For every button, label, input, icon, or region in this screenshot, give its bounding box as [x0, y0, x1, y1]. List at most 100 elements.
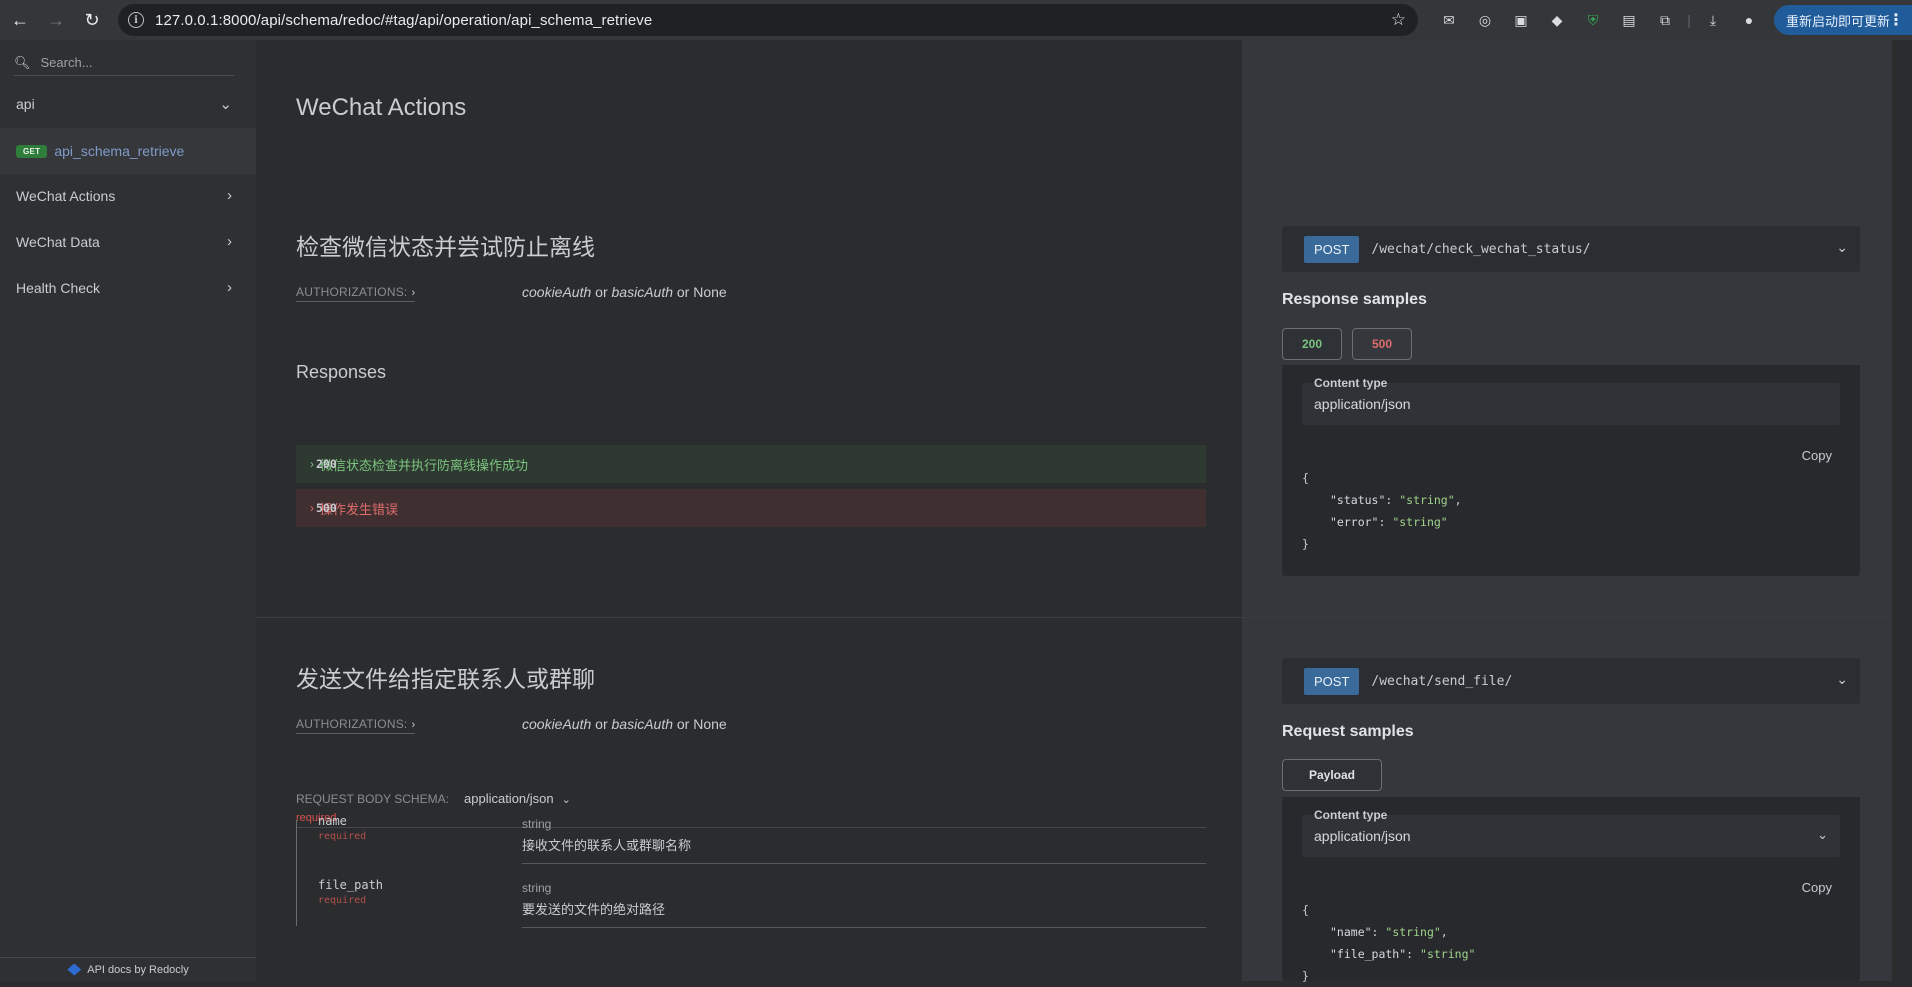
chevron-down-icon: ⌄: [219, 96, 232, 113]
mask-extension-icon[interactable]: ▣: [1508, 8, 1534, 32]
param-type: string: [522, 817, 552, 831]
divider: |: [1687, 12, 1691, 28]
authorizations-toggle[interactable]: AUTHORIZATIONS: ›: [296, 285, 416, 302]
sidebar-item-label: Health Check: [16, 280, 101, 296]
endpoint-bar[interactable]: POST /wechat/send_file/ ⌄: [1282, 658, 1860, 704]
search-input[interactable]: [38, 54, 229, 71]
chevron-down-icon: ⌄: [561, 794, 571, 806]
auth-or: or: [595, 716, 608, 732]
code-line: "status": "string",: [1330, 493, 1462, 507]
menu-dots-icon[interactable]: ⋮: [1888, 10, 1904, 30]
sidebar-item-wechat-actions[interactable]: WeChat Actions ›: [0, 174, 256, 218]
forward-icon[interactable]: →: [40, 4, 72, 36]
divider: [296, 827, 1206, 828]
code-brace: {: [1302, 903, 1309, 917]
reload-icon[interactable]: ↻: [76, 4, 108, 36]
response-200-row[interactable]: › 200 微信状态检查并执行防离线操作成功: [296, 445, 1206, 483]
authorizations-label: AUTHORIZATIONS:: [296, 717, 408, 731]
code-brace: {: [1302, 471, 1309, 485]
chevron-right-icon: ›: [310, 457, 314, 471]
param-type: string: [522, 881, 552, 895]
tab-payload[interactable]: Payload: [1282, 759, 1382, 791]
authorizations-label: AUTHORIZATIONS:: [296, 285, 408, 299]
content-type-box: Content type application/json: [1302, 376, 1840, 425]
authorizations-toggle[interactable]: AUTHORIZATIONS: ›: [296, 717, 416, 734]
operation-title: 检查微信状态并尝试防止离线: [296, 234, 595, 260]
code-value: "string": [1392, 515, 1448, 529]
endpoint-bar[interactable]: POST /wechat/check_wechat_status/ ⌄: [1282, 226, 1860, 272]
code-key: "error": [1330, 515, 1379, 529]
sidebar-item-wechat-data[interactable]: WeChat Data ›: [0, 220, 256, 264]
back-icon[interactable]: ←: [4, 4, 36, 36]
sidebar-item-label: api_schema_retrieve: [54, 143, 185, 159]
tab-response-500[interactable]: 500: [1352, 328, 1412, 360]
code-key: "file_path": [1330, 947, 1407, 961]
update-button[interactable]: 重新启动即可更新 ⋮: [1774, 5, 1912, 35]
authorizations-value: cookieAuth or basicAuth or None: [522, 284, 727, 300]
request-body-schema-select[interactable]: application/json ⌄: [464, 791, 571, 806]
get-method-badge: GET: [16, 144, 48, 158]
code-key: "name": [1330, 925, 1372, 939]
profile-avatar-icon[interactable]: ●: [1736, 8, 1762, 32]
address-bar[interactable]: i 127.0.0.1:8000/api/schema/redoc/#tag/a…: [118, 4, 1418, 36]
browser-toolbar: ← → ↻ i 127.0.0.1:8000/api/schema/redoc/…: [0, 0, 1912, 40]
param-tree-line: [296, 820, 308, 926]
content-type-value: application/json: [1314, 396, 1411, 412]
samples-pane: POST /wechat/check_wechat_status/ ⌄ Resp…: [1242, 40, 1892, 983]
response-code: 200: [316, 457, 337, 471]
sidebar-item-health-check[interactable]: Health Check ›: [0, 266, 256, 310]
content-type-label: Content type: [1314, 808, 1388, 822]
chevron-down-icon: ⌄: [1836, 671, 1848, 687]
extensions-row: ✉ ◎ ▣ ◆ ⛨ ▤ ⧉ | ⤓ ●: [1436, 8, 1762, 32]
copy-button[interactable]: Copy: [1802, 448, 1832, 463]
copy-button[interactable]: Copy: [1802, 880, 1832, 895]
site-info-icon[interactable]: i: [128, 12, 144, 28]
auth-none: None: [693, 284, 727, 300]
download-icon[interactable]: ⤓: [1700, 8, 1726, 32]
auth-or: or: [595, 284, 608, 300]
auth-cookie: cookieAuth: [522, 284, 592, 300]
search-icon: 🔍︎: [14, 54, 31, 70]
post-method-badge: POST: [1304, 235, 1360, 263]
param-name: name: [318, 814, 347, 828]
puzzle-extensions-icon[interactable]: ⧉: [1652, 8, 1678, 32]
code-key: "status": [1330, 493, 1386, 507]
param-description: 接收文件的联系人或群聊名称: [522, 838, 692, 853]
response-code: 500: [316, 501, 337, 515]
sidebar-item-label: api: [16, 96, 35, 112]
auth-cookie: cookieAuth: [522, 716, 592, 732]
code-value: "string": [1385, 925, 1441, 939]
redocly-footer-link[interactable]: API docs by Redocly: [0, 957, 256, 981]
request-sample-panel: Content type application/json ⌄ Copy { "…: [1282, 797, 1860, 983]
code-sample: { "status": "string", "error": "string" …: [1302, 467, 1462, 555]
divider: [522, 863, 1206, 864]
game-extension-icon[interactable]: ▤: [1616, 8, 1642, 32]
auth-basic: basicAuth: [611, 284, 673, 300]
sidebar-item-api[interactable]: api ⌄: [0, 82, 256, 126]
code-line: "file_path": "string": [1330, 947, 1476, 961]
auth-basic: basicAuth: [611, 716, 673, 732]
shield-extension-icon[interactable]: ⛨: [1580, 8, 1606, 32]
param-description: 要发送的文件的绝对路径: [522, 902, 666, 917]
response-samples-heading: Response samples: [1282, 291, 1427, 308]
operation-title: 发送文件给指定联系人或群聊: [296, 666, 595, 692]
chevron-right-icon: ›: [411, 719, 416, 731]
tag-title: WeChat Actions: [296, 94, 467, 121]
content-type-value: application/json: [1314, 828, 1411, 844]
leaf-extension-icon[interactable]: ◆: [1544, 8, 1570, 32]
update-button-label: 重新启动即可更新: [1786, 13, 1891, 29]
tab-response-200[interactable]: 200: [1282, 328, 1342, 360]
response-500-row[interactable]: › 500 操作发生错误: [296, 489, 1206, 527]
glasses-extension-icon[interactable]: ◎: [1472, 8, 1498, 32]
mail-extension-icon[interactable]: ✉: [1436, 8, 1462, 32]
post-method-badge: POST: [1304, 667, 1360, 695]
divider: [522, 927, 1206, 928]
endpoint-path: /wechat/send_file/: [1371, 673, 1513, 689]
request-body-schema-value: application/json: [464, 791, 554, 806]
bookmark-star-icon[interactable]: ☆: [1391, 10, 1406, 30]
auth-none: None: [693, 716, 727, 732]
authorizations-value: cookieAuth or basicAuth or None: [522, 716, 727, 732]
url-text[interactable]: 127.0.0.1:8000/api/schema/redoc/#tag/api…: [155, 12, 652, 29]
sidebar-item-api-schema-retrieve[interactable]: GET api_schema_retrieve: [0, 128, 256, 174]
content-type-select[interactable]: Content type application/json ⌄: [1302, 808, 1840, 857]
